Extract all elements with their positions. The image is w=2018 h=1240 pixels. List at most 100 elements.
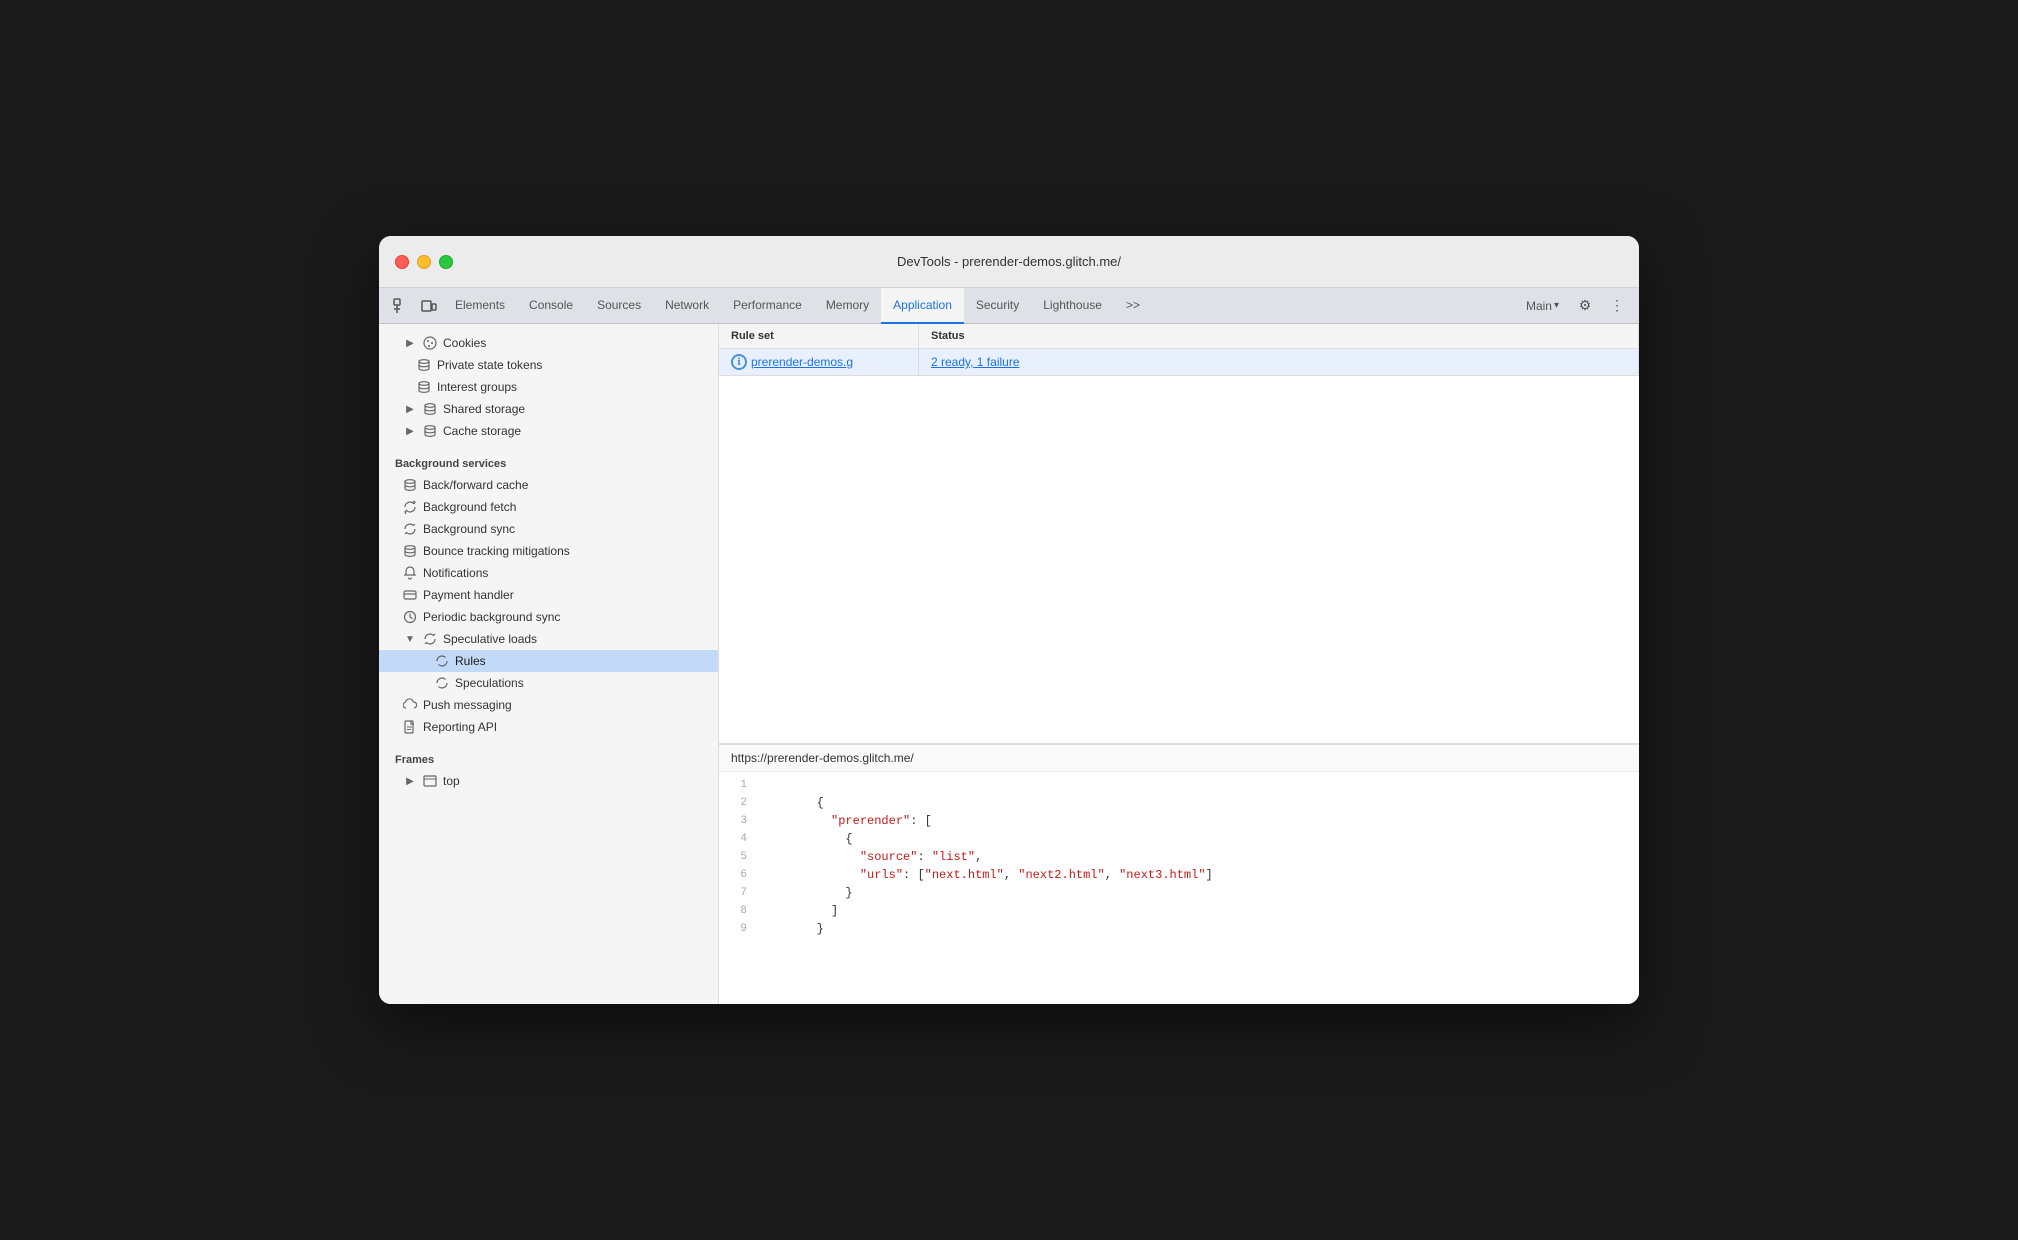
line-number: 3 [719,812,759,830]
device-toolbar-icon[interactable] [415,292,443,320]
sidebar-item-background-sync[interactable]: Background sync [379,518,718,540]
devtools-tab-bar: Elements Console Sources Network Perform… [379,288,1639,324]
col-rule-set: Rule set [719,324,919,348]
code-content: "source": "list", [759,848,982,866]
sidebar-item-shared-storage[interactable]: ▶ Shared storage [379,398,718,420]
tab-more[interactable]: >> [1114,288,1152,324]
code-line-6: 6 "urls": ["next.html", "next2.html", "n… [719,866,1639,884]
sidebar-item-cache-storage[interactable]: ▶ Cache storage [379,420,718,442]
expand-arrow-icon: ▶ [403,774,417,788]
code-line-5: 5 "source": "list", [719,848,1639,866]
code-line-9: 9 } [719,920,1639,938]
main-dropdown[interactable]: Main ▾ [1518,292,1567,320]
line-number: 6 [719,866,759,884]
sidebar-item-backforward-cache[interactable]: Back/forward cache [379,474,718,496]
tab-lighthouse[interactable]: Lighthouse [1031,288,1114,324]
code-content: "prerender": [ [759,812,932,830]
bell-icon [403,566,417,580]
db-icon [417,358,431,372]
bottom-panel: https://prerender-demos.glitch.me/ 1 2 {… [719,744,1639,1004]
table-area: Rule set Status ℹ prerender-demos.g 2 re… [719,324,1639,744]
expand-down-arrow-icon: ▼ [403,632,417,646]
tab-sources[interactable]: Sources [585,288,653,324]
sync-icon [403,522,417,536]
cell-status: 2 ready, 1 failure [919,349,1639,375]
sidebar-item-cookies[interactable]: ▶ Cookies [379,332,718,354]
inspect-element-icon[interactable] [387,292,415,320]
code-content: ] [759,902,838,920]
dropdown-arrow-icon: ▾ [1554,300,1559,311]
sync-icon [423,632,437,646]
line-number: 1 [719,776,759,794]
db-icon [423,424,437,438]
tab-network[interactable]: Network [653,288,721,324]
db-icon [423,402,437,416]
tab-memory[interactable]: Memory [814,288,881,324]
line-number: 2 [719,794,759,812]
code-line-1: 1 [719,776,1639,794]
status-link[interactable]: 2 ready, 1 failure [931,355,1020,369]
traffic-lights [395,255,453,269]
code-content: "urls": ["next.html", "next2.html", "nex… [759,866,1213,884]
code-viewer: 1 2 { 3 "prerender": [ 4 [719,772,1639,1004]
sidebar-item-speculative-loads[interactable]: ▼ Speculative loads [379,628,718,650]
background-services-header: Background services [379,450,718,474]
tab-console[interactable]: Console [517,288,585,324]
code-line-3: 3 "prerender": [ [719,812,1639,830]
main-content: ▶ Cookies Private state tokens [379,324,1639,1004]
sidebar: ▶ Cookies Private state tokens [379,324,719,1004]
sync-icon [403,500,417,514]
rule-set-link[interactable]: prerender-demos.g [751,355,853,369]
line-number: 9 [719,920,759,938]
code-content: { [759,830,853,848]
clock-icon [403,610,417,624]
code-line-2: 2 { [719,794,1639,812]
db-icon [417,380,431,394]
sidebar-item-private-state-tokens[interactable]: Private state tokens [379,354,718,376]
file-icon [403,720,417,734]
sidebar-item-speculations[interactable]: Speculations [379,672,718,694]
devtools-window: DevTools - prerender-demos.glitch.me/ El… [379,236,1639,1004]
close-button[interactable] [395,255,409,269]
code-content: } [759,884,853,902]
info-circle-icon: ℹ [731,354,747,370]
sidebar-item-bounce-tracking[interactable]: Bounce tracking mitigations [379,540,718,562]
tab-security[interactable]: Security [964,288,1031,324]
sync-child-icon [435,676,449,690]
sidebar-item-rules[interactable]: Rules [379,650,718,672]
sync-child-icon [435,654,449,668]
code-line-7: 7 } [719,884,1639,902]
cookie-icon [423,336,437,350]
db-icon [403,478,417,492]
line-number: 5 [719,848,759,866]
line-number: 4 [719,830,759,848]
tab-performance[interactable]: Performance [721,288,814,324]
code-content: { [759,794,824,812]
line-number: 7 [719,884,759,902]
card-icon [403,588,417,602]
table-header: Rule set Status [719,324,1639,349]
code-content: } [759,920,824,938]
sidebar-item-interest-groups[interactable]: Interest groups [379,376,718,398]
frame-icon [423,774,437,788]
maximize-button[interactable] [439,255,453,269]
table-row[interactable]: ℹ prerender-demos.g 2 ready, 1 failure [719,349,1639,376]
sidebar-item-background-fetch[interactable]: Background fetch [379,496,718,518]
settings-icon[interactable]: ⚙ [1571,292,1599,320]
kebab-menu-icon[interactable]: ⋮ [1603,292,1631,320]
right-panel: Rule set Status ℹ prerender-demos.g 2 re… [719,324,1639,1004]
tab-elements[interactable]: Elements [443,288,517,324]
tab-application[interactable]: Application [881,288,964,324]
sidebar-item-push-messaging[interactable]: Push messaging [379,694,718,716]
frames-header: Frames [379,746,718,770]
sidebar-item-frames-top[interactable]: ▶ top [379,770,718,792]
sidebar-item-reporting-api[interactable]: Reporting API [379,716,718,738]
sidebar-item-notifications[interactable]: Notifications [379,562,718,584]
sidebar-item-payment-handler[interactable]: Payment handler [379,584,718,606]
code-line-4: 4 { [719,830,1639,848]
minimize-button[interactable] [417,255,431,269]
db-icon [403,544,417,558]
code-line-8: 8 ] [719,902,1639,920]
title-bar: DevTools - prerender-demos.glitch.me/ [379,236,1639,288]
sidebar-item-periodic-background-sync[interactable]: Periodic background sync [379,606,718,628]
